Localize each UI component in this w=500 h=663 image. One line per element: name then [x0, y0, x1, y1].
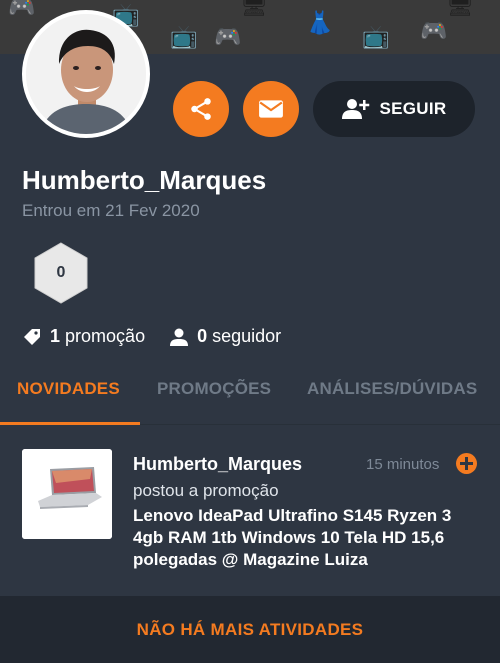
tv-icon: 📺 — [362, 24, 390, 49]
tag-icon — [24, 328, 40, 345]
followers-label: seguidor — [212, 326, 282, 346]
add-button[interactable] — [456, 453, 477, 474]
level-badge[interactable]: 0 — [32, 241, 90, 305]
promotions-stat[interactable]: 1 promoção — [22, 326, 145, 347]
feed-time: 15 minutos — [366, 456, 440, 473]
gamepad-icon: 🎮 — [8, 0, 36, 19]
dress-icon: 👗 — [306, 10, 334, 35]
profile-username: Humberto_Marques — [22, 165, 267, 195]
gamepad-icon: 🎮 — [214, 24, 242, 49]
share-button[interactable] — [173, 81, 229, 137]
plus-icon — [460, 457, 473, 470]
feed-promotion-title[interactable]: Lenovo IdeaPad Ultrafino S145 Ryzen 3 4g… — [133, 505, 483, 571]
followers-stat[interactable]: 0 seguidor — [169, 326, 281, 347]
level-value: 0 — [56, 264, 66, 281]
monitor-icon: 🖥 — [240, 0, 268, 17]
tab-novidades[interactable]: NOVIDADES — [17, 379, 120, 399]
feed-item[interactable]: Humberto_Marques 15 minutos postou a pro… — [0, 430, 500, 596]
tv-icon: 📺 — [170, 24, 198, 49]
person-icon — [170, 328, 189, 346]
monitor-icon: 🖥 — [446, 0, 474, 17]
feed-username[interactable]: Humberto_Marques — [133, 454, 302, 475]
no-more-activities: NÃO HÁ MAIS ATIVIDADES — [0, 596, 500, 663]
followers-count: 0 — [197, 326, 208, 346]
profile-stats: 1 promoção 0 seguidor — [22, 326, 305, 347]
follow-label: SEGUIR — [379, 99, 447, 118]
share-icon — [191, 98, 211, 120]
follow-button[interactable]: SEGUIR — [313, 81, 475, 137]
tab-promocoes[interactable]: PROMOÇÕES — [157, 379, 271, 399]
promotions-count: 1 — [50, 326, 61, 346]
join-date: Entrou em 21 Fev 2020 — [22, 201, 200, 220]
avatar[interactable] — [22, 10, 150, 138]
message-button[interactable] — [243, 81, 299, 137]
tab-analises-duvidas[interactable]: ANÁLISES/DÚVIDAS — [307, 379, 477, 399]
product-thumbnail[interactable] — [22, 449, 112, 539]
promotions-label: promoção — [65, 326, 146, 346]
profile-tabs: NOVIDADES PROMOÇÕES ANÁLISES/DÚVIDAS — [0, 365, 500, 425]
add-user-icon — [341, 99, 369, 119]
mail-icon — [259, 100, 283, 118]
gamepad-icon: 🎮 — [420, 18, 448, 43]
active-tab-indicator — [0, 422, 140, 425]
feed-action: postou a promoção — [133, 481, 279, 500]
